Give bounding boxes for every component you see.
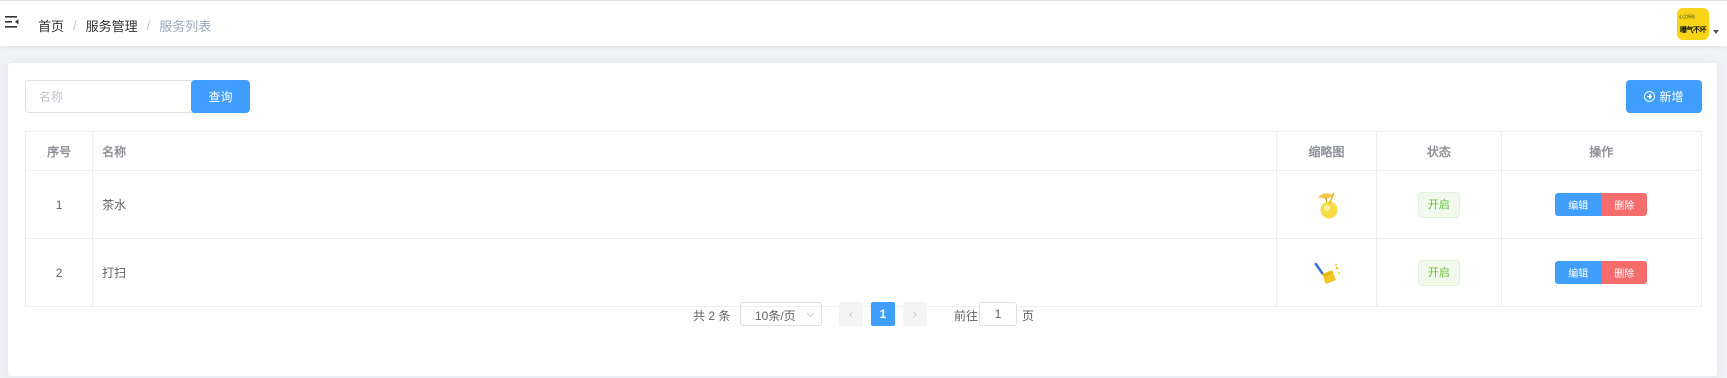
page-size-select[interactable]: 10条/页 xyxy=(740,302,822,326)
caret-down-icon[interactable] xyxy=(1713,30,1719,34)
query-button[interactable]: 查询 xyxy=(191,80,250,113)
edit-button[interactable]: 编辑 xyxy=(1555,193,1602,216)
row-actions: 编辑 删除 xyxy=(1555,193,1648,216)
status-badge: 开启 xyxy=(1417,259,1460,286)
next-page-button[interactable]: › xyxy=(903,302,927,326)
drink-icon xyxy=(1312,188,1342,222)
row-index: 2 xyxy=(24,238,94,307)
page-size-value: 10条/页 xyxy=(755,309,796,323)
row-index: 1 xyxy=(24,170,94,239)
add-button[interactable]: 新增 xyxy=(1626,80,1702,113)
status-badge: 开启 xyxy=(1417,191,1460,218)
service-table: 序号 名称 缩略图 状态 操作 1 茶水 开启 编辑 删除 2 打扫 开启 编辑… xyxy=(24,131,1703,307)
user-avatar[interactable]: 心之所向 曝气不坏 xyxy=(1677,8,1709,40)
pagination: 共 2 条 10条/页 ‹ 1 › 前往 页 xyxy=(8,302,1719,326)
breadcrumb-home[interactable]: 首页 xyxy=(38,16,64,35)
goto-page-input[interactable] xyxy=(979,302,1017,326)
breadcrumb-separator: / xyxy=(146,18,151,33)
chevron-down-icon xyxy=(806,309,815,318)
add-button-label: 新增 xyxy=(1659,90,1684,104)
pagination-total: 共 2 条 xyxy=(693,309,731,323)
avatar-text: 曝气不坏 xyxy=(1680,27,1707,34)
header-thumbnail: 缩略图 xyxy=(1275,131,1378,171)
header-name: 名称 xyxy=(92,131,1277,171)
prev-page-button[interactable]: ‹ xyxy=(839,302,863,326)
delete-button[interactable]: 删除 xyxy=(1601,193,1648,216)
table-header-row: 序号 名称 缩略图 状态 操作 xyxy=(24,131,1703,171)
row-name: 茶水 xyxy=(92,170,1277,239)
goto-label: 前往 xyxy=(954,309,979,323)
edit-button[interactable]: 编辑 xyxy=(1555,261,1602,284)
header-status: 状态 xyxy=(1376,131,1502,171)
top-navbar: 首页 / 服务管理 / 服务列表 心之所向 曝气不坏 xyxy=(0,0,1727,46)
table-row: 2 打扫 开启 编辑 删除 xyxy=(24,238,1703,307)
breadcrumb-service-management[interactable]: 服务管理 xyxy=(86,16,138,35)
plus-circle-icon xyxy=(1644,91,1656,102)
content-card: 查询 新增 序号 名称 缩略图 状态 操作 1 茶水 xyxy=(7,62,1718,377)
page-number-current[interactable]: 1 xyxy=(871,302,895,326)
header-index: 序号 xyxy=(24,131,94,171)
search-name-input[interactable] xyxy=(25,80,200,113)
breadcrumb-separator: / xyxy=(73,18,77,33)
delete-button[interactable]: 删除 xyxy=(1601,261,1648,284)
menu-fold-icon[interactable] xyxy=(5,16,19,28)
table-row: 1 茶水 开启 编辑 删除 xyxy=(24,170,1703,239)
header-actions: 操作 xyxy=(1500,131,1703,171)
avatar-small-text: 心之所向 xyxy=(1679,14,1695,19)
breadcrumb: 首页 / 服务管理 / 服务列表 xyxy=(38,16,211,35)
row-name: 打扫 xyxy=(92,238,1277,307)
row-actions: 编辑 删除 xyxy=(1555,261,1648,284)
broom-icon xyxy=(1312,256,1342,290)
goto-suffix: 页 xyxy=(1022,309,1035,323)
breadcrumb-service-list: 服务列表 xyxy=(159,19,212,34)
